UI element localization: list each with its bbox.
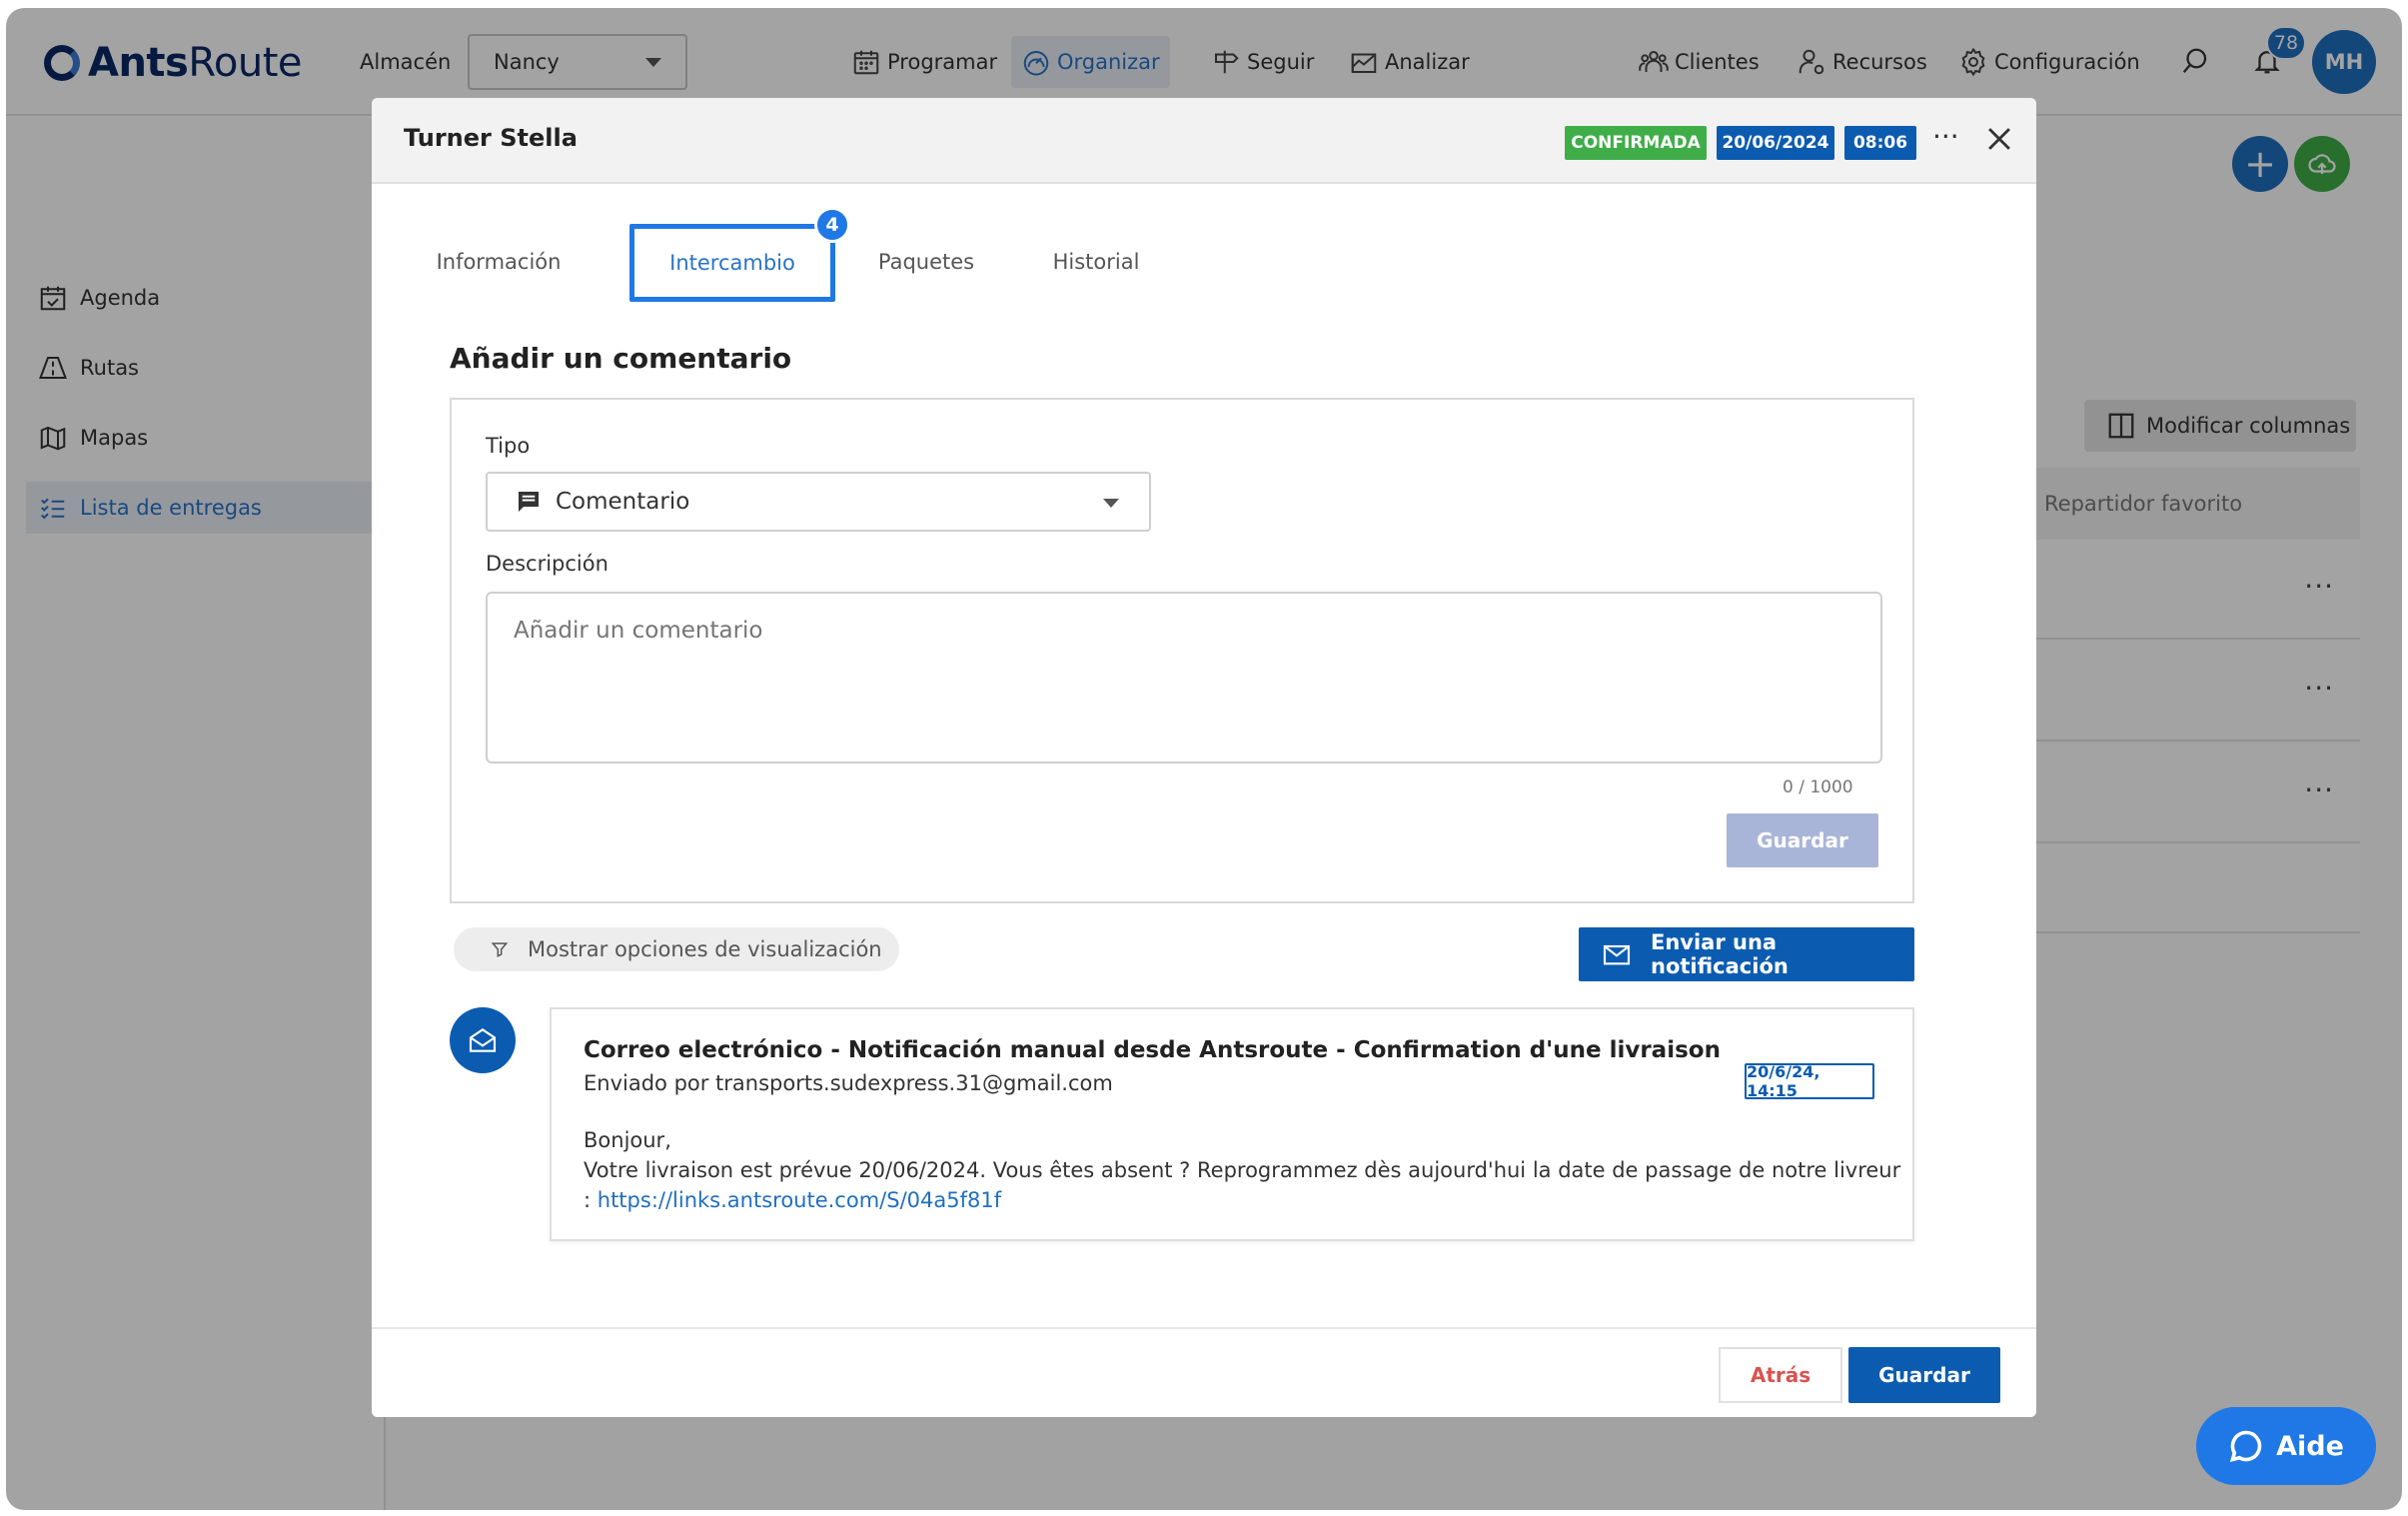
tab-count-badge: 4 (814, 207, 850, 243)
help-button[interactable]: Aide (2196, 1407, 2376, 1485)
type-label: Tipo (486, 434, 531, 458)
tab-intercambio[interactable]: Intercambio 4 (629, 207, 850, 302)
more-options-icon[interactable]: ··· (1932, 120, 1959, 153)
type-select[interactable]: Comentario (486, 472, 1151, 532)
tab-historial[interactable]: Historial (1031, 230, 1161, 294)
display-options-label: Mostrar opciones de visualización (528, 937, 882, 961)
send-notification-label: Enviar una notificación (1651, 930, 1789, 978)
tab-informacion[interactable]: Información (424, 230, 574, 294)
type-select-value: Comentario (556, 489, 690, 515)
tab-intercambio-label: Intercambio (669, 251, 795, 275)
delivery-modal: Turner Stella CONFIRMADA 20/06/2024 08:0… (372, 98, 2036, 1417)
envelope-icon (1601, 938, 1633, 970)
character-counter: 0 / 1000 (1783, 777, 1853, 797)
modal-title: Turner Stella (404, 124, 578, 152)
message-text: Votre livraison est prévue 20/06/2024. V… (584, 1158, 1901, 1182)
message-body: Bonjour, Votre livraison est prévue 20/0… (584, 1125, 1900, 1215)
message-sender: Enviado por transports.sudexpress.31@gma… (584, 1071, 1113, 1095)
chevron-down-icon (1103, 499, 1119, 508)
modal-header: Turner Stella CONFIRMADA 20/06/2024 08:0… (372, 98, 2036, 184)
message-greeting: Bonjour, (584, 1128, 671, 1152)
date-badge: 20/06/2024 (1717, 126, 1834, 160)
description-textarea[interactable] (486, 592, 1882, 763)
save-comment-button[interactable]: Guardar (1727, 813, 1878, 867)
modal-footer: Atrás Guardar (372, 1327, 2036, 1417)
display-options-toggle[interactable]: Mostrar opciones de visualización (454, 927, 899, 971)
message-date-badge: 20/6/24, 14:15 (1745, 1062, 1874, 1100)
status-badge: CONFIRMADA (1565, 126, 1707, 160)
chat-bubble-icon (2228, 1428, 2264, 1464)
time-badge: 08:06 (1844, 126, 1916, 160)
description-label: Descripción (486, 552, 608, 576)
message-link[interactable]: https://links.antsroute.com/S/04a5f81f (598, 1188, 1001, 1212)
tab-paquetes[interactable]: Paquetes (861, 230, 991, 294)
save-button[interactable]: Guardar (1848, 1347, 2000, 1403)
filter-icon (490, 939, 510, 959)
add-comment-title: Añadir un comentario (450, 342, 792, 375)
email-message-icon (450, 1007, 516, 1073)
add-comment-form: Tipo Comentario Descripción 0 / 1000 Gua… (450, 398, 1914, 903)
send-notification-button[interactable]: Enviar una notificación (1579, 927, 1914, 981)
app-window: AntsRoute Almacén Nancy Programar Organi… (6, 8, 2402, 1510)
help-label: Aide (2276, 1430, 2344, 1462)
message-card: Correo electrónico - Notificación manual… (550, 1007, 1914, 1241)
close-icon[interactable] (1982, 122, 2016, 156)
link-prefix: : (584, 1188, 598, 1212)
message-subject: Correo electrónico - Notificación manual… (584, 1037, 1721, 1063)
back-button[interactable]: Atrás (1719, 1347, 1842, 1403)
comment-icon (514, 487, 544, 517)
